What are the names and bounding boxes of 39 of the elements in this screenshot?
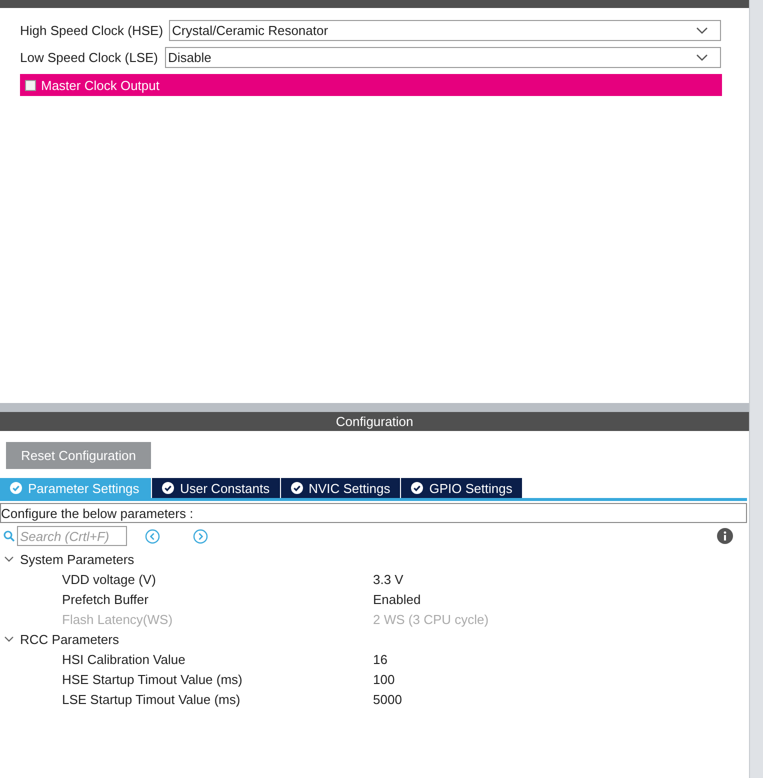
parameter-value[interactable]: 16 [373,652,388,666]
parameter-name: VDD voltage (V) [61,572,157,586]
check-circle-icon [290,482,303,494]
parameter-name: LSE Startup Timout Value (ms) [61,692,242,706]
parameter-name: Prefetch Buffer [61,592,150,606]
check-circle-icon [10,482,22,494]
check-circle-icon [411,482,424,494]
group-label: RCC Parameters [20,632,119,646]
tab[interactable]: User Constants [152,478,280,498]
field-label: High Speed Clock (HSE) [20,23,164,38]
configuration-title-bar: Configuration [0,412,750,431]
parameter-name: HSE Startup Timout Value (ms) [61,672,244,686]
dropdown[interactable]: Disable [165,47,722,68]
tree-group[interactable]: System Parameters [0,549,750,569]
checkbox[interactable] [25,80,36,90]
chevron-down-icon [696,54,708,62]
parameter-value[interactable]: 100 [373,672,395,686]
parameter-value[interactable]: 5000 [373,692,402,706]
chevron-down-icon [696,26,708,34]
expand-chevron-icon[interactable] [4,634,14,644]
parameter-value[interactable]: 3.3 V [373,572,404,586]
tab[interactable]: GPIO Settings [401,478,522,498]
parameter-value[interactable]: Enabled [373,592,421,606]
parameters-hint: Configure the below parameters : [0,503,747,523]
tree-group[interactable]: RCC Parameters [0,629,750,649]
info-icon[interactable] [717,528,733,544]
field-label: Low Speed Clock (LSE) [20,50,158,65]
parameter-name: HSI Calibration Value [61,652,186,666]
tab[interactable]: NVIC Settings [280,478,400,498]
check-circle-icon [162,482,174,494]
next-icon[interactable] [193,528,208,544]
group-label: System Parameters [20,552,134,566]
previous-icon[interactable] [145,528,160,544]
search-icon [3,530,15,542]
dropdown[interactable]: Crystal/Ceramic Resonator [169,20,722,41]
parameter-name: Flash Latency(WS) [61,612,174,626]
checkbox-label: Master Clock Output [41,78,160,92]
search-field[interactable]: Search (Crtl+F) [17,526,127,546]
expand-chevron-icon[interactable] [4,554,14,564]
